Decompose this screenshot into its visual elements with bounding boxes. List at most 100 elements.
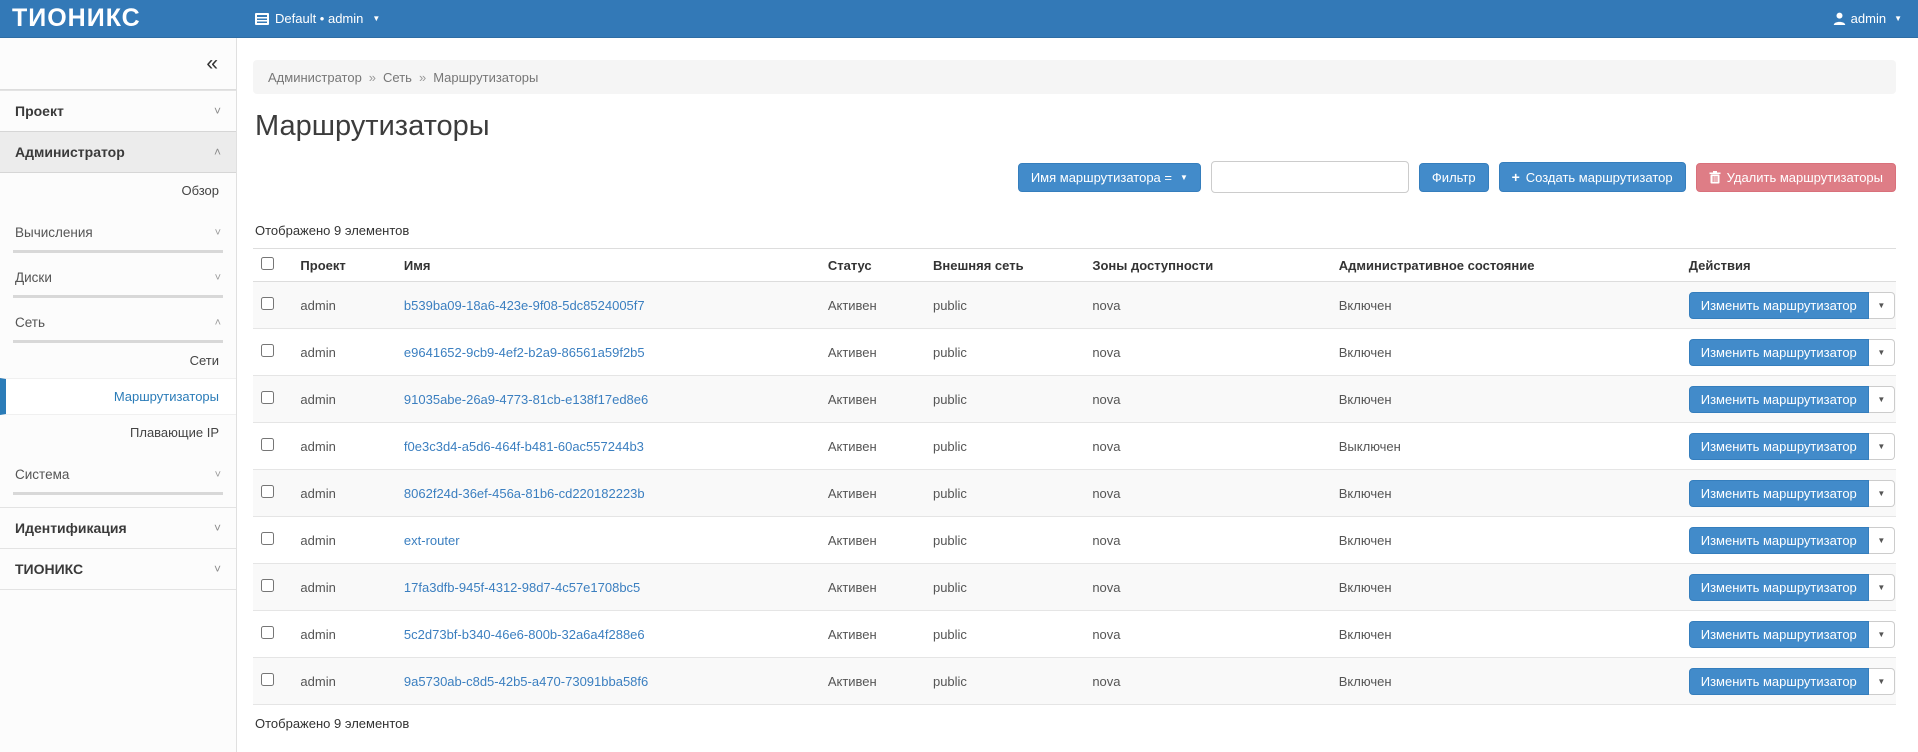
row-actions: Изменить маршрутизатор ▼: [1689, 433, 1895, 460]
table-toolbar: Имя маршрутизатора = ▼ Фильтр + Создать …: [253, 161, 1896, 193]
caret-down-icon: ▼: [1877, 583, 1885, 592]
edit-router-dropdown-toggle[interactable]: ▼: [1869, 527, 1895, 554]
cell-admin-state: Выключен: [1331, 423, 1681, 470]
sidebar-item-project[interactable]: Проект ˅: [0, 90, 236, 131]
row-checkbox[interactable]: [261, 344, 274, 357]
sidebar-item-tionix[interactable]: ТИОНИКС ˅: [0, 548, 236, 589]
cell-admin-state: Включен: [1331, 658, 1681, 705]
router-name-link[interactable]: e9641652-9cb9-4ef2-b2a9-86561a59f2b5: [404, 345, 645, 360]
edit-router-button[interactable]: Изменить маршрутизатор: [1689, 433, 1869, 460]
filter-input[interactable]: [1211, 161, 1409, 193]
select-all-checkbox[interactable]: [261, 257, 274, 270]
user-menu[interactable]: admin ▼: [1833, 11, 1918, 26]
router-name-link[interactable]: f0e3c3d4-a5d6-464f-b481-60ac557244b3: [404, 439, 644, 454]
table-row: admin f0e3c3d4-a5d6-464f-b481-60ac557244…: [253, 423, 1896, 470]
cell-project: admin: [292, 470, 396, 517]
router-name-link[interactable]: 5c2d73bf-b340-46e6-800b-32a6a4f288e6: [404, 627, 645, 642]
edit-router-button[interactable]: Изменить маршрутизатор: [1689, 339, 1869, 366]
row-checkbox[interactable]: [261, 673, 274, 686]
sidebar-collapse-icon[interactable]: «: [206, 53, 218, 74]
row-checkbox[interactable]: [261, 485, 274, 498]
edit-router-dropdown-toggle[interactable]: ▼: [1869, 433, 1895, 460]
cell-external-network: public: [925, 517, 1084, 564]
edit-router-button[interactable]: Изменить маршрутизатор: [1689, 292, 1869, 319]
router-name-link[interactable]: ext-router: [404, 533, 460, 548]
row-checkbox[interactable]: [261, 391, 274, 404]
row-checkbox[interactable]: [261, 626, 274, 639]
top-navbar: ТИОНИКС Default • admin ▼ admin ▼: [0, 0, 1918, 38]
edit-router-dropdown-toggle[interactable]: ▼: [1869, 292, 1895, 319]
row-actions: Изменить маршрутизатор ▼: [1689, 527, 1895, 554]
breadcrumb-item-admin: Администратор: [268, 70, 362, 85]
edit-router-button[interactable]: Изменить маршрутизатор: [1689, 621, 1869, 648]
cell-status: Активен: [820, 423, 925, 470]
chevron-down-icon: ˅: [215, 272, 221, 284]
cell-admin-state: Включен: [1331, 517, 1681, 564]
sidebar-item-system[interactable]: Система ˅: [13, 456, 223, 495]
caret-down-icon: ▼: [1180, 173, 1188, 182]
table-row: admin 9a5730ab-c8d5-42b5-a470-73091bba58…: [253, 658, 1896, 705]
row-checkbox[interactable]: [261, 532, 274, 545]
breadcrumb: Администратор » Сеть » Маршрутизаторы: [253, 60, 1896, 94]
table-row: admin 8062f24d-36ef-456a-81b6-cd22018222…: [253, 470, 1896, 517]
table-row: admin e9641652-9cb9-4ef2-b2a9-86561a59f2…: [253, 329, 1896, 376]
sidebar-item-volumes[interactable]: Диски ˅: [13, 259, 223, 298]
cell-external-network: public: [925, 282, 1084, 329]
edit-router-dropdown-toggle[interactable]: ▼: [1869, 480, 1895, 507]
cell-project: admin: [292, 517, 396, 564]
breadcrumb-item-network: Сеть: [383, 70, 412, 85]
chevron-down-icon: ˅: [214, 521, 221, 535]
sidebar-item-identity[interactable]: Идентификация ˅: [0, 507, 236, 548]
edit-router-dropdown-toggle[interactable]: ▼: [1869, 574, 1895, 601]
edit-router-dropdown-toggle[interactable]: ▼: [1869, 668, 1895, 695]
edit-router-button[interactable]: Изменить маршрутизатор: [1689, 527, 1869, 554]
row-actions: Изменить маршрутизатор ▼: [1689, 668, 1895, 695]
router-name-link[interactable]: 91035abe-26a9-4773-81cb-e138f17ed8e6: [404, 392, 648, 407]
sidebar-item-overview[interactable]: Обзор: [0, 173, 236, 208]
user-label: admin: [1851, 11, 1886, 26]
caret-down-icon: ▼: [1877, 301, 1885, 310]
table-row: admin ext-router Активен public nova Вкл…: [253, 517, 1896, 564]
router-name-link[interactable]: 9a5730ab-c8d5-42b5-a470-73091bba58f6: [404, 674, 648, 689]
row-actions: Изменить маршрутизатор ▼: [1689, 480, 1895, 507]
edit-router-dropdown-toggle[interactable]: ▼: [1869, 621, 1895, 648]
context-switcher[interactable]: Default • admin ▼: [237, 11, 380, 26]
sidebar-item-floating-ips[interactable]: Плавающие IP: [0, 415, 236, 450]
sidebar-item-admin[interactable]: Администратор ˄: [0, 131, 236, 173]
edit-router-button[interactable]: Изменить маршрутизатор: [1689, 574, 1869, 601]
row-checkbox[interactable]: [261, 579, 274, 592]
chevron-down-icon: ˅: [215, 227, 221, 239]
cell-admin-state: Включен: [1331, 470, 1681, 517]
cell-availability-zones: nova: [1084, 470, 1330, 517]
edit-router-button[interactable]: Изменить маршрутизатор: [1689, 480, 1869, 507]
chevron-up-icon: ˄: [215, 317, 221, 329]
caret-down-icon: ▼: [1894, 14, 1902, 23]
router-table-body: admin b539ba09-18a6-423e-9f08-5dc8524005…: [253, 282, 1896, 705]
cell-status: Активен: [820, 517, 925, 564]
row-checkbox[interactable]: [261, 297, 274, 310]
create-router-button[interactable]: + Создать маршрутизатор: [1499, 162, 1686, 192]
edit-router-button[interactable]: Изменить маршрутизатор: [1689, 668, 1869, 695]
row-checkbox[interactable]: [261, 438, 274, 451]
cell-status: Активен: [820, 282, 925, 329]
router-name-link[interactable]: 17fa3dfb-945f-4312-98d7-4c57e1708bc5: [404, 580, 640, 595]
caret-down-icon: ▼: [1877, 536, 1885, 545]
delete-routers-button[interactable]: Удалить маршрутизаторы: [1696, 163, 1896, 192]
sidebar-item-compute[interactable]: Вычисления ˅: [13, 214, 223, 253]
edit-router-dropdown-toggle[interactable]: ▼: [1869, 386, 1895, 413]
sidebar: « Проект ˅ Администратор ˄ Обзор Вычисле…: [0, 38, 237, 752]
cell-availability-zones: nova: [1084, 611, 1330, 658]
cell-external-network: public: [925, 564, 1084, 611]
chevron-down-icon: ˅: [215, 469, 221, 481]
sidebar-item-networks[interactable]: Сети: [0, 343, 236, 378]
column-header-actions: Действия: [1681, 249, 1896, 282]
router-name-link[interactable]: b539ba09-18a6-423e-9f08-5dc8524005f7: [404, 298, 645, 313]
edit-router-dropdown-toggle[interactable]: ▼: [1869, 339, 1895, 366]
filter-field-dropdown[interactable]: Имя маршрутизатора = ▼: [1018, 163, 1201, 192]
column-header-admin-state: Административное состояние: [1331, 249, 1681, 282]
filter-button[interactable]: Фильтр: [1419, 163, 1489, 192]
router-name-link[interactable]: 8062f24d-36ef-456a-81b6-cd220182223b: [404, 486, 645, 501]
edit-router-button[interactable]: Изменить маршрутизатор: [1689, 386, 1869, 413]
sidebar-item-routers[interactable]: Маршрутизаторы: [0, 378, 236, 415]
sidebar-item-network[interactable]: Сеть ˄: [13, 304, 223, 343]
